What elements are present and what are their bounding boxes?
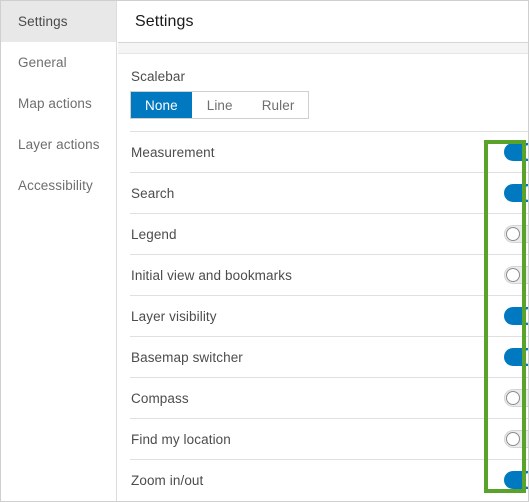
sidebar-item-map-actions[interactable]: Map actions — [1, 83, 116, 124]
toggle-search[interactable] — [504, 184, 528, 202]
table-row: Compass — [130, 377, 528, 418]
sidebar-item-label: Layer actions — [18, 137, 100, 152]
row-label-find-my-location: Find my location — [131, 431, 231, 447]
sidebar-item-general[interactable]: General — [1, 42, 116, 83]
scalebar-segmented-control[interactable]: None Line Ruler — [130, 91, 310, 119]
toggle-knob-icon — [522, 309, 528, 323]
scalebar-option-line[interactable]: Line — [191, 92, 248, 118]
row-label-initial-view-and-bookmarks: Initial view and bookmarks — [131, 267, 292, 283]
table-row: Legend — [130, 213, 528, 254]
toggle-knob-icon — [506, 391, 520, 405]
toggle-knob-icon — [506, 268, 520, 282]
settings-content: Scalebar None Line Ruler Measurement Sea… — [118, 54, 528, 500]
toggle-find-my-location[interactable] — [504, 430, 528, 448]
sidebar-item-accessibility[interactable]: Accessibility — [1, 165, 116, 206]
toggle-knob-icon — [506, 432, 520, 446]
toggle-legend[interactable] — [504, 225, 528, 243]
row-label-search: Search — [131, 185, 175, 201]
row-label-measurement: Measurement — [131, 144, 215, 160]
toggle-knob-icon — [522, 473, 528, 487]
sidebar-item-label: Map actions — [18, 96, 92, 111]
table-row: Search — [130, 172, 528, 213]
row-label-compass: Compass — [131, 390, 189, 406]
scalebar-section-label: Scalebar — [131, 69, 186, 84]
scalebar-option-ruler[interactable]: Ruler — [247, 92, 309, 118]
page-title: Settings — [135, 12, 194, 30]
sidebar-nav: Settings General Map actions Layer actio… — [1, 1, 117, 501]
row-label-layer-visibility: Layer visibility — [131, 308, 217, 324]
toggle-compass[interactable] — [504, 389, 528, 407]
sidebar-item-settings[interactable]: Settings — [1, 1, 116, 42]
header-strip — [118, 43, 528, 54]
main-content: Settings Scalebar None Line Ruler Measur… — [118, 1, 528, 501]
table-row: Initial view and bookmarks — [130, 254, 528, 295]
toggle-basemap-switcher[interactable] — [504, 348, 528, 366]
table-row: Layer visibility — [130, 295, 528, 336]
row-label-zoom-in-out: Zoom in/out — [131, 472, 204, 488]
toggle-knob-icon — [522, 145, 528, 159]
toggle-rows-list: Measurement Search Legend Initial view a… — [130, 131, 528, 500]
sidebar-item-label: Settings — [18, 14, 68, 29]
sidebar-item-layer-actions[interactable]: Layer actions — [1, 124, 116, 165]
row-label-basemap-switcher: Basemap switcher — [131, 349, 243, 365]
table-row: Basemap switcher — [130, 336, 528, 377]
sidebar-item-label: General — [18, 55, 67, 70]
sidebar-item-label: Accessibility — [18, 178, 93, 193]
table-row: Zoom in/out — [130, 459, 528, 500]
toggle-initial-view-and-bookmarks[interactable] — [504, 266, 528, 284]
settings-panel-window: Settings General Map actions Layer actio… — [0, 0, 529, 502]
toggle-knob-icon — [522, 186, 528, 200]
row-label-legend: Legend — [131, 226, 177, 242]
table-row: Measurement — [130, 131, 528, 172]
toggle-zoom-in-out[interactable] — [504, 471, 528, 489]
toggle-layer-visibility[interactable] — [504, 307, 528, 325]
panel-header: Settings — [118, 1, 528, 43]
toggle-knob-icon — [506, 227, 520, 241]
scalebar-option-none[interactable]: None — [131, 92, 192, 118]
toggle-measurement[interactable] — [504, 143, 528, 161]
table-row: Find my location — [130, 418, 528, 459]
toggle-knob-icon — [522, 350, 528, 364]
